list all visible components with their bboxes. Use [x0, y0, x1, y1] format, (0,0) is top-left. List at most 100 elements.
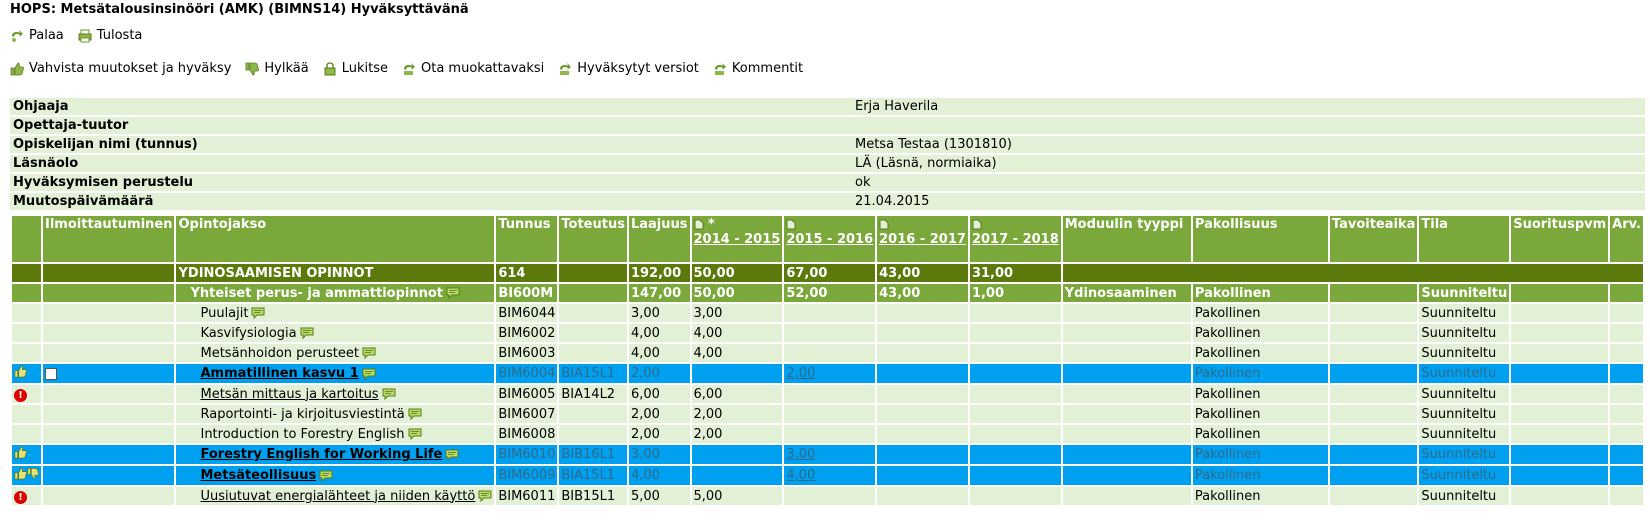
comment-icon[interactable]: [300, 327, 314, 339]
subgroup-name: Yhteiset perus- ja ammattiopinnot: [190, 285, 444, 301]
header-course[interactable]: Opintojakso: [176, 216, 495, 262]
course-y2: [784, 324, 876, 342]
course-name-link[interactable]: Ammatillinen kasvu 1: [200, 366, 358, 381]
course-name: Introduction to Forestry English: [200, 426, 405, 442]
group-y2: 67,00: [784, 264, 876, 282]
header-year-1-star: *: [708, 217, 715, 232]
course-impl: [559, 425, 627, 443]
course-status: Suunniteltu: [1419, 445, 1510, 464]
course-scope: 5,00: [628, 487, 690, 505]
comment-icon[interactable]: [408, 428, 422, 440]
info-row-date: Muutospäivämäärä 21.04.2015: [10, 193, 1645, 210]
course-y1: 4,00: [691, 324, 783, 342]
header-year-3: 2016 - 2017: [877, 216, 968, 262]
course-mandatory: Pakollinen: [1192, 364, 1328, 383]
header-year-3-link[interactable]: 2016 - 2017: [879, 232, 966, 247]
signup-cell: [43, 364, 175, 383]
course-impl: BIB16L1: [559, 445, 627, 464]
comments-icon: [714, 62, 726, 75]
course-name-cell: Kasvifysiologia: [176, 324, 495, 342]
course-row: Kasvifysiologia BIM6002 4,00 4,00 Pakoll…: [12, 324, 1643, 342]
thumbs-up-icon[interactable]: [14, 467, 27, 480]
header-year-1-link[interactable]: 2014 - 2015: [694, 232, 781, 247]
course-y2: [784, 304, 876, 322]
comment-icon[interactable]: [446, 287, 460, 299]
course-y1: [691, 445, 783, 464]
subgroup-y4: 1,00: [969, 284, 1061, 302]
comment-icon[interactable]: [408, 408, 422, 420]
header-implementation[interactable]: Toteutus: [559, 216, 627, 262]
course-status: Suunniteltu: [1419, 405, 1510, 423]
course-impl: BIA15L1: [559, 466, 627, 485]
reject-link[interactable]: Hylkää: [245, 61, 309, 76]
course-scope: 4,00: [628, 324, 690, 342]
header-code[interactable]: Tunnus: [496, 216, 558, 262]
study-plan-table: Ilmoittautuminen Opintojakso Tunnus Tote…: [10, 214, 1645, 507]
thumbs-down-icon[interactable]: [27, 467, 39, 480]
course-name-cell: Metsän mittaus ja kartoitus: [176, 385, 495, 403]
comments-link[interactable]: Kommentit: [713, 61, 803, 76]
course-y1: 4,00: [691, 344, 783, 362]
course-scope: 2,00: [628, 405, 690, 423]
lock-link[interactable]: Lukitse: [323, 61, 388, 76]
course-mandatory: Pakollinen: [1192, 304, 1328, 322]
comment-icon[interactable]: [362, 368, 376, 380]
thumbs-up-icon: [10, 62, 24, 75]
confirm-approve-link[interactable]: Vahvista muutokset ja hyväksy: [10, 61, 231, 76]
course-status: Suunniteltu: [1419, 304, 1510, 322]
header-scope[interactable]: Laajuus: [628, 216, 690, 262]
header-year-2-link[interactable]: 2015 - 2016: [786, 232, 873, 247]
course-impl: BIA15L1: [559, 364, 627, 383]
lock-label: Lukitse: [341, 61, 388, 76]
signup-checkbox[interactable]: [45, 367, 57, 380]
comment-icon[interactable]: [319, 470, 333, 482]
header-grade: Arv.: [1610, 216, 1643, 262]
header-mandatory: Pakollisuus: [1192, 216, 1328, 262]
back-link[interactable]: Palaa: [10, 28, 64, 43]
print-link[interactable]: Tulosta: [78, 28, 143, 43]
info-row-reason: Hyväksymisen perustelu ok: [10, 174, 1645, 191]
course-y1: 6,00: [691, 385, 783, 403]
course-scope: 6,00: [628, 385, 690, 403]
course-status: Suunniteltu: [1419, 364, 1510, 383]
course-scope: 4,00: [628, 344, 690, 362]
course-code: BIM6005: [496, 385, 558, 403]
course-mandatory: Pakollinen: [1192, 405, 1328, 423]
versions-link[interactable]: Hyväksytyt versiot: [558, 61, 699, 76]
course-row: ! Uusiutuvat energialähteet ja niiden kä…: [12, 487, 1643, 505]
comment-icon[interactable]: [251, 307, 265, 319]
course-row-selected[interactable]: Ammatillinen kasvu 1 BIM6004 BIA15L1 2,0…: [12, 364, 1643, 383]
info-value: Erja Haverila: [852, 98, 1645, 115]
info-value: ok: [852, 174, 1645, 191]
header-year-4: 2017 - 2018: [969, 216, 1061, 262]
course-row-selected[interactable]: Metsäteollisuus BIM6009 BIA15L1 4,00 4,0…: [12, 466, 1643, 485]
course-code: BIM6007: [496, 405, 558, 423]
course-name-link[interactable]: Metsäteollisuus: [200, 468, 316, 483]
course-y1: 2,00: [691, 425, 783, 443]
document-icon: [694, 219, 703, 230]
warning-icon: !: [14, 490, 27, 504]
course-row-selected[interactable]: Forestry English for Working Life BIM601…: [12, 445, 1643, 464]
comment-icon[interactable]: [478, 490, 492, 502]
comment-icon[interactable]: [362, 347, 376, 359]
edit-link[interactable]: Ota muokattavaksi: [402, 61, 544, 76]
thumbs-down-icon: [245, 62, 260, 75]
nav-bar: Palaa Tulosta: [10, 28, 156, 43]
header-year-4-link[interactable]: 2017 - 2018: [972, 232, 1059, 247]
comment-icon[interactable]: [382, 388, 396, 400]
course-code: BIM6009: [496, 466, 558, 485]
header-actions: [12, 216, 41, 262]
print-label: Tulosta: [96, 28, 143, 43]
course-name-link[interactable]: Uusiutuvat energialähteet ja niiden käyt…: [200, 489, 475, 504]
confirm-label: Vahvista muutokset ja hyväksy: [29, 61, 232, 76]
info-row-supervisor: Ohjaaja Erja Haverila: [10, 98, 1645, 115]
thumbs-up-icon[interactable]: [14, 365, 27, 378]
course-name-link[interactable]: Forestry English for Working Life: [200, 447, 442, 462]
thumbs-up-icon[interactable]: [14, 446, 27, 459]
comment-icon[interactable]: [445, 449, 459, 461]
document-icon: [879, 219, 889, 230]
row-action-cell: [12, 466, 41, 485]
course-name-link[interactable]: Metsän mittaus ja kartoitus: [200, 387, 378, 402]
group-y1: 50,00: [691, 264, 783, 282]
course-status: Suunniteltu: [1419, 344, 1510, 362]
